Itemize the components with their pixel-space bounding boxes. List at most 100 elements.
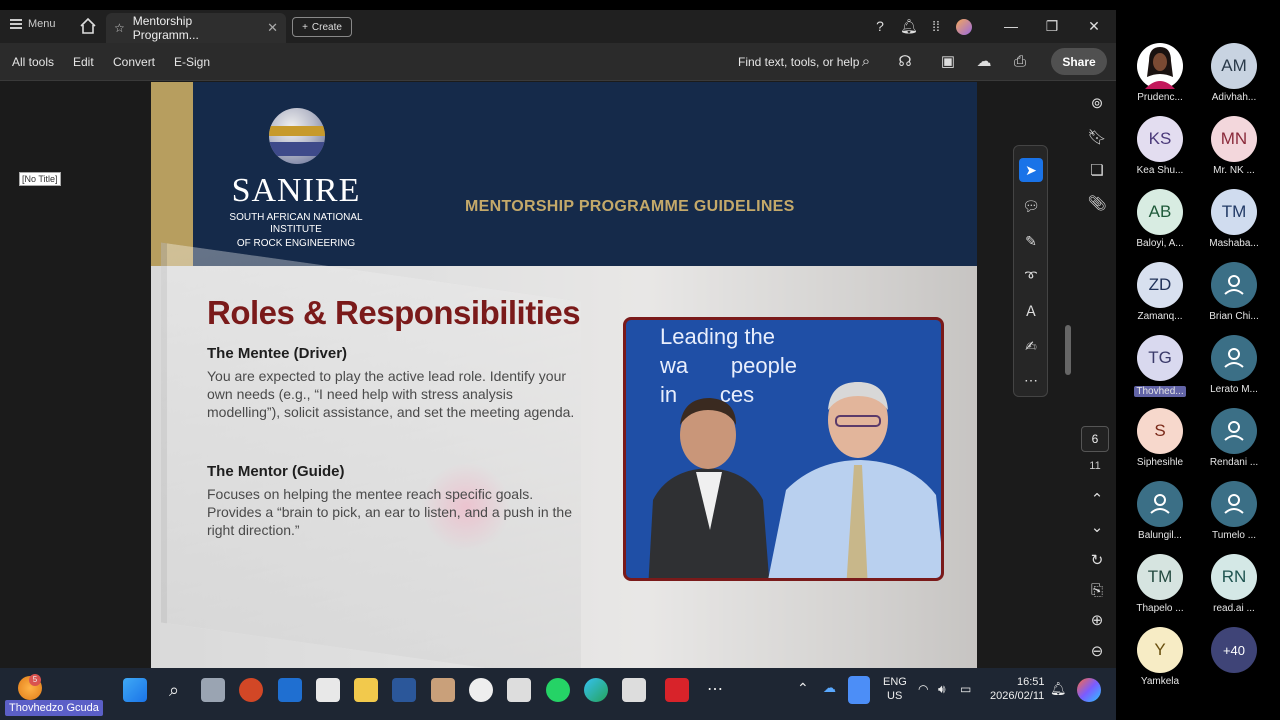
- participant-avatar: AB: [1137, 189, 1183, 235]
- cloud-upload-icon[interactable]: ☁: [975, 53, 993, 71]
- app-icon-1[interactable]: [431, 678, 455, 702]
- participant-tile[interactable]: TG Thovhed...: [1123, 335, 1197, 405]
- attachment-icon[interactable]: 📎︎: [1087, 194, 1107, 214]
- app-icon-4[interactable]: [622, 678, 646, 702]
- app-icon-3[interactable]: [507, 678, 531, 702]
- star-icon[interactable]: ☆: [114, 21, 125, 35]
- more-apps-icon[interactable]: ⋯: [703, 678, 727, 702]
- participant-tile[interactable]: AB Baloyi, A...: [1123, 189, 1197, 259]
- participant-tile[interactable]: Lerato M...: [1197, 335, 1271, 405]
- draw-lasso-icon[interactable]: ➰︎: [1019, 264, 1043, 288]
- powerpoint-icon[interactable]: [239, 678, 263, 702]
- headphones-icon[interactable]: ☊: [896, 53, 914, 71]
- edit-menu[interactable]: Edit: [73, 55, 94, 69]
- participant-tile[interactable]: Brian Chi...: [1197, 262, 1271, 332]
- refresh-icon[interactable]: ↻: [1087, 551, 1107, 571]
- highlight-pen-icon[interactable]: ✎: [1019, 229, 1043, 253]
- zoom-out-icon[interactable]: ⊖: [1087, 642, 1107, 662]
- close-window-icon[interactable]: ✕: [1086, 18, 1102, 34]
- participant-tile[interactable]: RN read.ai ...: [1197, 554, 1271, 624]
- esign-menu[interactable]: E-Sign: [174, 55, 210, 69]
- participant-tile[interactable]: Tumelo ...: [1197, 481, 1271, 551]
- chevron-up-icon[interactable]: ⌃: [797, 680, 809, 697]
- close-tab-icon[interactable]: ✕: [267, 20, 278, 36]
- all-tools-menu[interactable]: All tools: [12, 55, 54, 69]
- menu-button[interactable]: Menu: [10, 18, 56, 30]
- participant-tile[interactable]: Y Yamkela: [1123, 627, 1197, 697]
- snipping-tool-icon[interactable]: [316, 678, 340, 702]
- volume-icon[interactable]: 🔊︎: [938, 682, 946, 697]
- participant-name: Baloyi, A...: [1136, 238, 1184, 249]
- zoom-in-icon[interactable]: ⊕: [1087, 611, 1107, 631]
- participant-tile[interactable]: S Siphesihle: [1123, 408, 1197, 478]
- search-icon[interactable]: ⌕: [857, 53, 875, 71]
- participant-tile[interactable]: Rendani ...: [1197, 408, 1271, 478]
- user-avatar[interactable]: [956, 19, 972, 35]
- participant-tile[interactable]: Prudenc...: [1123, 43, 1197, 113]
- minimize-icon[interactable]: —: [1003, 18, 1019, 34]
- document-settings-icon[interactable]: ⎘: [1087, 581, 1107, 601]
- text-box-icon[interactable]: Ａ: [1019, 299, 1043, 323]
- acrobat-icon[interactable]: [665, 678, 689, 702]
- page-scrollbar[interactable]: [1065, 325, 1071, 375]
- scroll-up-icon[interactable]: ⌃: [1087, 490, 1107, 510]
- participant-tile[interactable]: AM Adivhah...: [1197, 43, 1271, 113]
- notifications-bell-icon[interactable]: 🔔︎: [1050, 681, 1067, 697]
- comments-panel-icon[interactable]: ⊚: [1087, 94, 1107, 114]
- document-tab[interactable]: ☆ Mentorship Programm... ✕: [106, 13, 286, 43]
- participant-tile[interactable]: KS Kea Shu...: [1123, 116, 1197, 186]
- onedrive-icon[interactable]: ☁: [823, 680, 836, 696]
- person-icon: [1137, 481, 1183, 527]
- outlook-icon[interactable]: [278, 678, 302, 702]
- home-icon[interactable]: [78, 16, 98, 36]
- participant-name: Lerato M...: [1210, 384, 1258, 395]
- word-icon[interactable]: [392, 678, 416, 702]
- copilot-icon[interactable]: [1077, 678, 1101, 702]
- wifi-icon[interactable]: ◠: [918, 682, 928, 696]
- participant-tile[interactable]: TM Thapelo ...: [1123, 554, 1197, 624]
- participant-tile[interactable]: +40: [1197, 627, 1271, 697]
- handshake-photo: Leading the wa people in ces: [623, 317, 944, 581]
- apps-grid-icon[interactable]: ⁞⁞: [928, 18, 944, 34]
- edge-icon[interactable]: [584, 678, 608, 702]
- create-button[interactable]: + Create: [292, 17, 352, 37]
- sanire-logo: SANIRE SOUTH AFRICAN NATIONAL INSTITUTE …: [211, 172, 381, 250]
- convert-menu[interactable]: Convert: [113, 55, 155, 69]
- right-tools-panel: ⊚ 🔖︎ ❏ 📎︎ ⌃ ⌄ ↻ ⎘ ⊕ ⊖: [1078, 82, 1116, 668]
- scroll-down-icon[interactable]: ⌄: [1087, 518, 1107, 538]
- battery-icon[interactable]: ▭: [960, 682, 971, 696]
- select-cursor-icon[interactable]: ➤: [1019, 158, 1043, 182]
- participant-tile[interactable]: MN Mr. NK ...: [1197, 116, 1271, 186]
- app-icon-2[interactable]: [469, 678, 493, 702]
- find-tools-search[interactable]: Find text, tools, or help: [738, 55, 859, 69]
- task-view-icon[interactable]: [201, 678, 225, 702]
- sanire-globe-logo: [269, 108, 325, 164]
- print-icon[interactable]: ⎙: [1011, 53, 1029, 71]
- search-taskbar-icon[interactable]: ⌕: [162, 678, 186, 702]
- pages-icon[interactable]: ❏: [1087, 161, 1107, 181]
- save-icon[interactable]: ▣: [939, 53, 957, 71]
- microphone-icon[interactable]: [848, 676, 870, 704]
- more-options-icon[interactable]: ⋯: [1019, 368, 1043, 392]
- clock-time[interactable]: 16:51: [1017, 676, 1045, 688]
- bell-icon[interactable]: 🔔︎: [900, 18, 918, 34]
- presenter-name-label: Thovhedzo Gcuda: [5, 700, 103, 716]
- help-icon[interactable]: ?: [872, 18, 888, 34]
- restore-icon[interactable]: ❐: [1044, 18, 1060, 34]
- file-explorer-icon[interactable]: [354, 678, 378, 702]
- start-icon[interactable]: [123, 678, 147, 702]
- participant-avatar: Y: [1137, 627, 1183, 673]
- share-button[interactable]: Share: [1051, 48, 1107, 75]
- plus-icon: +: [302, 21, 308, 33]
- whatsapp-icon[interactable]: [546, 678, 570, 702]
- current-page-input[interactable]: 6: [1081, 426, 1109, 452]
- comment-icon[interactable]: 💬︎: [1019, 194, 1043, 218]
- sign-icon[interactable]: ✍︎: [1019, 334, 1043, 358]
- participant-tile[interactable]: TM Mashaba...: [1197, 189, 1271, 259]
- bookmark-icon[interactable]: 🔖︎: [1087, 128, 1107, 148]
- participant-tile[interactable]: ZD Zamanq...: [1123, 262, 1197, 332]
- notification-badge: 5: [29, 674, 41, 686]
- participant-tile[interactable]: Balungil...: [1123, 481, 1197, 551]
- language-code[interactable]: ENG: [883, 676, 907, 688]
- man-left-figure: [648, 398, 770, 578]
